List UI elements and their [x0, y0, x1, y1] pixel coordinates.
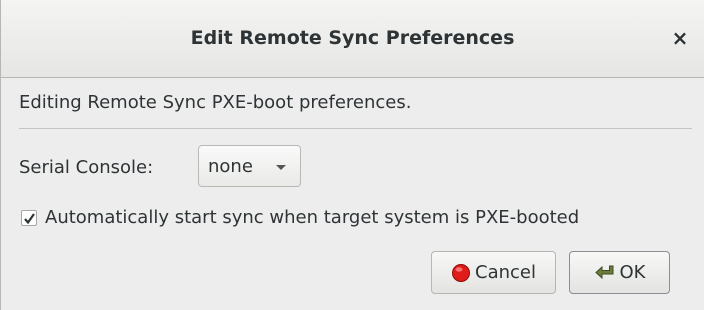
close-icon: ×: [671, 26, 689, 50]
chevron-down-icon: [276, 165, 286, 170]
return-arrow-icon: [594, 263, 616, 283]
cancel-button[interactable]: Cancel: [431, 251, 556, 294]
ok-label: OK: [619, 262, 646, 283]
dialog-titlebar[interactable]: Edit Remote Sync Preferences ×: [1, 0, 704, 78]
auto-sync-option[interactable]: Automatically start sync when target sys…: [21, 207, 579, 228]
auto-sync-checkbox[interactable]: [21, 209, 37, 226]
serial-console-value: none: [208, 155, 253, 177]
edit-remote-sync-dialog: Edit Remote Sync Preferences × Editing R…: [0, 0, 704, 310]
dialog-description: Editing Remote Sync PXE-boot preferences…: [19, 92, 412, 113]
serial-console-dropdown[interactable]: none: [198, 145, 301, 187]
red-circle-icon: [451, 263, 471, 283]
dialog-title: Edit Remote Sync Preferences: [190, 27, 515, 49]
serial-console-label: Serial Console:: [19, 157, 154, 178]
checkmark-icon: [24, 212, 35, 224]
auto-sync-label: Automatically start sync when target sys…: [45, 207, 580, 228]
ok-button[interactable]: OK: [569, 251, 670, 294]
close-button[interactable]: ×: [666, 24, 694, 52]
cancel-label: Cancel: [475, 262, 536, 283]
separator: [19, 128, 692, 129]
